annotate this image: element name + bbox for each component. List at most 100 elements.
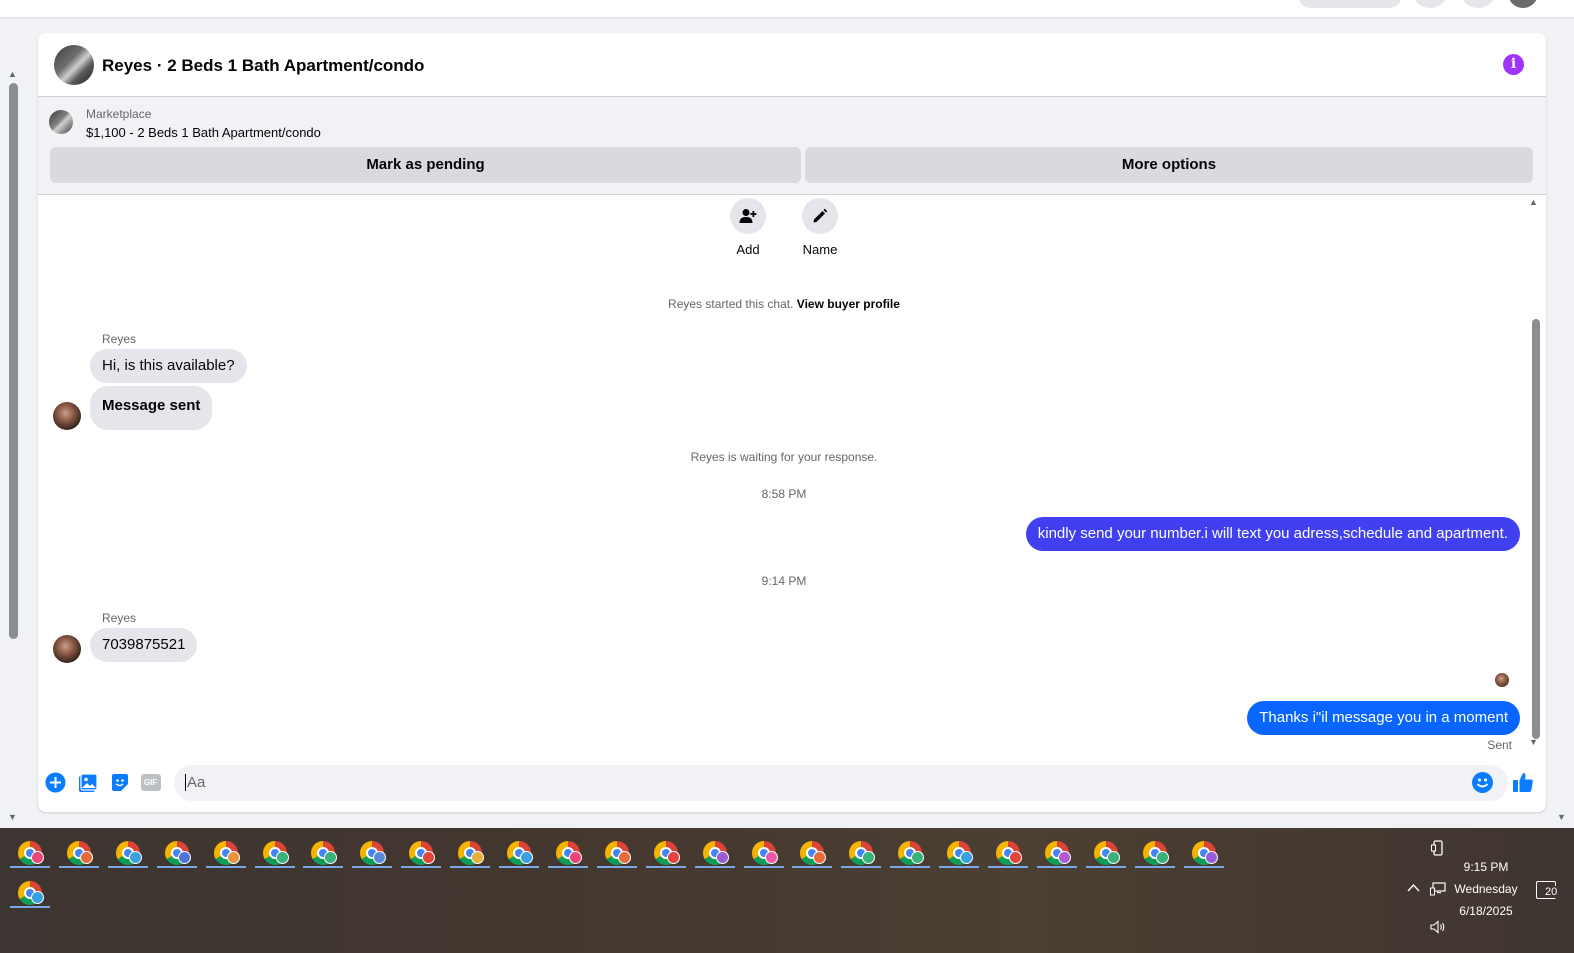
edit-name-button[interactable]: Name — [790, 198, 850, 257]
reyes-avatar[interactable] — [53, 402, 81, 430]
chrome-profile-icon[interactable] — [1183, 835, 1224, 869]
chrome-profile-icon[interactable] — [890, 835, 931, 869]
chrome-profile-icon[interactable] — [645, 835, 686, 869]
emoji-icon[interactable] — [1472, 772, 1493, 793]
chrome-profile-icon[interactable] — [107, 835, 148, 869]
chrome-profile-icon[interactable] — [1134, 835, 1175, 869]
chat-started-notice: Reyes started this chat. View buyer prof… — [38, 297, 1530, 311]
profile-badge-icon — [1204, 851, 1218, 864]
add-person-button[interactable]: Add — [718, 198, 778, 257]
profile-badge-icon — [31, 891, 44, 904]
page-scroll-thumb[interactable] — [9, 83, 18, 639]
clock-date[interactable]: 6/18/2025 — [1452, 904, 1520, 918]
chrome-profile-icon[interactable] — [792, 835, 833, 869]
profile-badge-icon — [617, 851, 631, 864]
listing-price-title[interactable]: $1,100 - 2 Beds 1 Bath Apartment/condo — [86, 125, 321, 140]
chrome-profile-icon[interactable] — [58, 835, 99, 869]
listing-image[interactable] — [49, 110, 73, 134]
running-indicator — [1183, 866, 1224, 868]
scroll-up-arrow-icon[interactable]: ▲ — [1529, 197, 1538, 207]
mark-as-pending-button[interactable]: Mark as pending — [50, 147, 801, 183]
plus-circle-icon[interactable] — [45, 772, 66, 793]
chrome-profile-icon[interactable] — [303, 835, 344, 869]
profile-badge-icon — [813, 851, 827, 864]
top-nav-button[interactable] — [1298, 0, 1402, 8]
chrome-profile-icon[interactable] — [401, 835, 442, 869]
outgoing-message[interactable]: kindly send your number.i will text you … — [1025, 517, 1520, 551]
scroll-down-arrow-icon[interactable]: ▼ — [1529, 737, 1538, 747]
chrome-profile-icon[interactable] — [10, 835, 50, 869]
chrome-profile-icon[interactable] — [205, 835, 246, 869]
info-icon[interactable]: i — [1503, 54, 1524, 75]
menu-icon[interactable] — [1412, 0, 1448, 8]
chrome-profile-icon[interactable] — [352, 835, 393, 869]
chrome-profile-icon[interactable] — [547, 835, 588, 869]
chrome-profile-icon[interactable] — [1036, 835, 1077, 869]
chrome-profile-icon[interactable] — [450, 835, 491, 869]
page-scrollbar[interactable]: ▲ ▼ — [0, 60, 24, 828]
running-indicator — [156, 866, 197, 868]
running-indicator — [1036, 866, 1077, 868]
scroll-down-arrow-icon[interactable]: ▼ — [1557, 812, 1566, 822]
profile-badge-icon — [226, 851, 240, 864]
chrome-profile-icon[interactable] — [841, 835, 882, 869]
reyes-avatar[interactable] — [53, 635, 81, 663]
running-indicator — [841, 866, 882, 868]
profile-badge-icon — [373, 851, 387, 864]
chrome-profile-icon[interactable] — [499, 835, 539, 869]
sticker-icon[interactable] — [109, 772, 130, 793]
running-indicator — [1085, 866, 1126, 868]
profile-badge-icon — [79, 851, 93, 864]
chrome-profile-icon[interactable] — [10, 875, 50, 909]
account-avatar[interactable] — [1508, 0, 1538, 8]
running-indicator — [792, 866, 833, 868]
running-indicator — [450, 866, 491, 868]
photo-icon[interactable] — [77, 772, 98, 793]
chrome-profile-icon[interactable] — [1085, 835, 1126, 869]
chrome-profile-icon[interactable] — [988, 835, 1028, 869]
running-indicator — [1134, 866, 1175, 868]
clock-time[interactable]: 9:15 PM — [1455, 860, 1517, 874]
phone-link-icon[interactable] — [1431, 840, 1445, 859]
chrome-profile-icon[interactable] — [743, 835, 784, 869]
message-input[interactable]: Aa — [174, 765, 1508, 801]
listing-source: Marketplace — [86, 107, 152, 121]
outgoing-message[interactable]: Thanks i"il message you in a moment — [1247, 701, 1520, 735]
chrome-profile-icon[interactable] — [156, 835, 197, 869]
gif-icon[interactable]: GIF — [140, 772, 161, 793]
profile-badge-icon — [324, 851, 338, 864]
running-indicator — [988, 866, 1028, 868]
running-indicator — [890, 866, 931, 868]
name-label: Name — [802, 242, 838, 257]
incoming-message[interactable]: Hi, is this available? — [90, 349, 247, 383]
messenger-icon[interactable] — [1460, 0, 1496, 8]
more-options-button[interactable]: More options — [805, 147, 1533, 183]
running-indicator — [547, 866, 588, 868]
profile-badge-icon — [422, 851, 436, 864]
listing-thumbnail[interactable] — [54, 45, 94, 85]
running-indicator — [10, 906, 50, 908]
conversation-title[interactable]: Reyes · 2 Beds 1 Bath Apartment/condo — [102, 56, 424, 76]
running-indicator — [939, 866, 980, 868]
network-icon[interactable] — [1430, 882, 1446, 899]
chat-window: Reyes · 2 Beds 1 Bath Apartment/condo i … — [38, 33, 1546, 812]
scroll-down-arrow-icon[interactable]: ▼ — [8, 812, 17, 822]
chevron-up-icon[interactable] — [1407, 881, 1420, 895]
chat-header: Reyes · 2 Beds 1 Bath Apartment/condo i — [38, 33, 1546, 97]
chrome-profile-icon[interactable] — [694, 835, 735, 869]
clock-day[interactable]: Wednesday — [1451, 882, 1521, 896]
running-indicator — [694, 866, 735, 868]
incoming-message[interactable]: 7039875521 — [90, 628, 198, 662]
incoming-message[interactable]: Message sent — [90, 386, 213, 430]
chrome-profile-icon[interactable] — [596, 835, 637, 869]
chrome-profile-icon[interactable] — [939, 835, 980, 869]
volume-icon[interactable] — [1430, 920, 1448, 937]
running-indicator — [10, 866, 50, 868]
thumbs-up-icon[interactable] — [1512, 771, 1534, 798]
profile-badge-icon — [715, 851, 729, 864]
view-buyer-profile-link[interactable]: View buyer profile — [797, 297, 900, 311]
scroll-up-arrow-icon[interactable]: ▲ — [8, 69, 17, 79]
message-scroll-thumb[interactable] — [1532, 319, 1540, 739]
notification-count: 20 — [1544, 886, 1559, 898]
chrome-profile-icon[interactable] — [254, 835, 295, 869]
